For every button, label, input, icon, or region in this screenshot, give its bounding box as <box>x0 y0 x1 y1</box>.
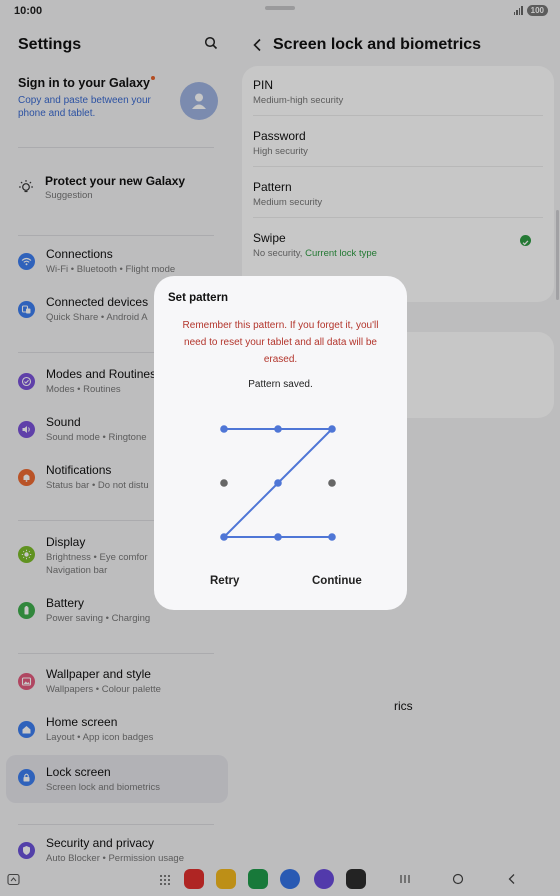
pattern-dot-5[interactable] <box>274 479 282 487</box>
retry-button[interactable]: Retry <box>210 575 239 587</box>
dialog-title: Set pattern <box>168 292 229 304</box>
set-pattern-dialog: Set pattern Remember this pattern. If yo… <box>154 276 407 610</box>
dialog-status: Pattern saved. <box>248 379 313 390</box>
continue-button[interactable]: Continue <box>312 575 362 587</box>
pattern-dot-3[interactable] <box>328 425 336 433</box>
page: 10:00 100 Settings Sign in to your Galax… <box>0 0 560 896</box>
pattern-dot-1[interactable] <box>220 425 228 433</box>
pattern-dot-7[interactable] <box>220 533 228 541</box>
pattern-dot-9[interactable] <box>328 533 336 541</box>
pattern-dot-8[interactable] <box>274 533 282 541</box>
dialog-warning: Remember this pattern. If you forget it,… <box>182 320 379 365</box>
pattern-dot-4[interactable] <box>220 479 228 487</box>
pattern-dot-6[interactable] <box>328 479 336 487</box>
pattern-dot-2[interactable] <box>274 425 282 433</box>
pattern-grid[interactable] <box>212 416 352 550</box>
